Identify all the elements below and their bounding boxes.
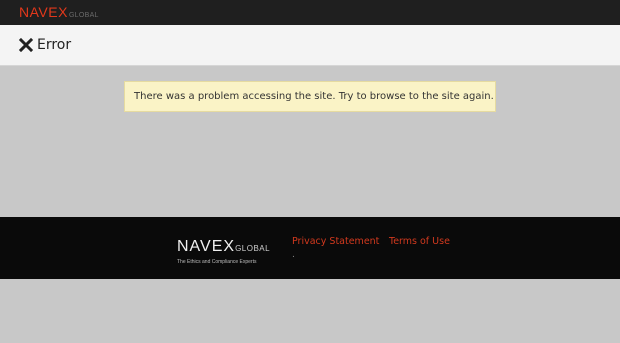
footer-tagline: The Ethics and Compliance Experts <box>177 259 257 265</box>
alert-message: There was a problem accessing the site. … <box>134 91 494 102</box>
navex-logo[interactable]: NAVEXGLOBAL <box>19 4 99 24</box>
logo-text: NAVEX <box>19 4 68 20</box>
footer: NAVEXGLOBAL The Ethics and Compliance Ex… <box>0 217 620 279</box>
error-title-bar: Error <box>0 25 620 66</box>
page-title: Error <box>37 37 72 53</box>
footer-logo[interactable]: NAVEXGLOBAL The Ethics and Compliance Ex… <box>177 239 277 279</box>
footer-logo-text: NAVEX <box>177 238 236 255</box>
close-x-icon <box>19 38 33 52</box>
footer-separator: . <box>292 250 295 260</box>
footer-logo-subtext: GLOBAL <box>235 244 271 253</box>
footer-brand: NAVEXGLOBAL <box>177 239 277 257</box>
error-alert: There was a problem accessing the site. … <box>124 81 496 112</box>
terms-of-use-link[interactable]: Terms of Use <box>389 236 450 248</box>
privacy-statement-link[interactable]: Privacy Statement <box>292 236 379 248</box>
logo-subtext: GLOBAL <box>68 12 99 19</box>
top-bar: NAVEXGLOBAL <box>0 0 620 25</box>
